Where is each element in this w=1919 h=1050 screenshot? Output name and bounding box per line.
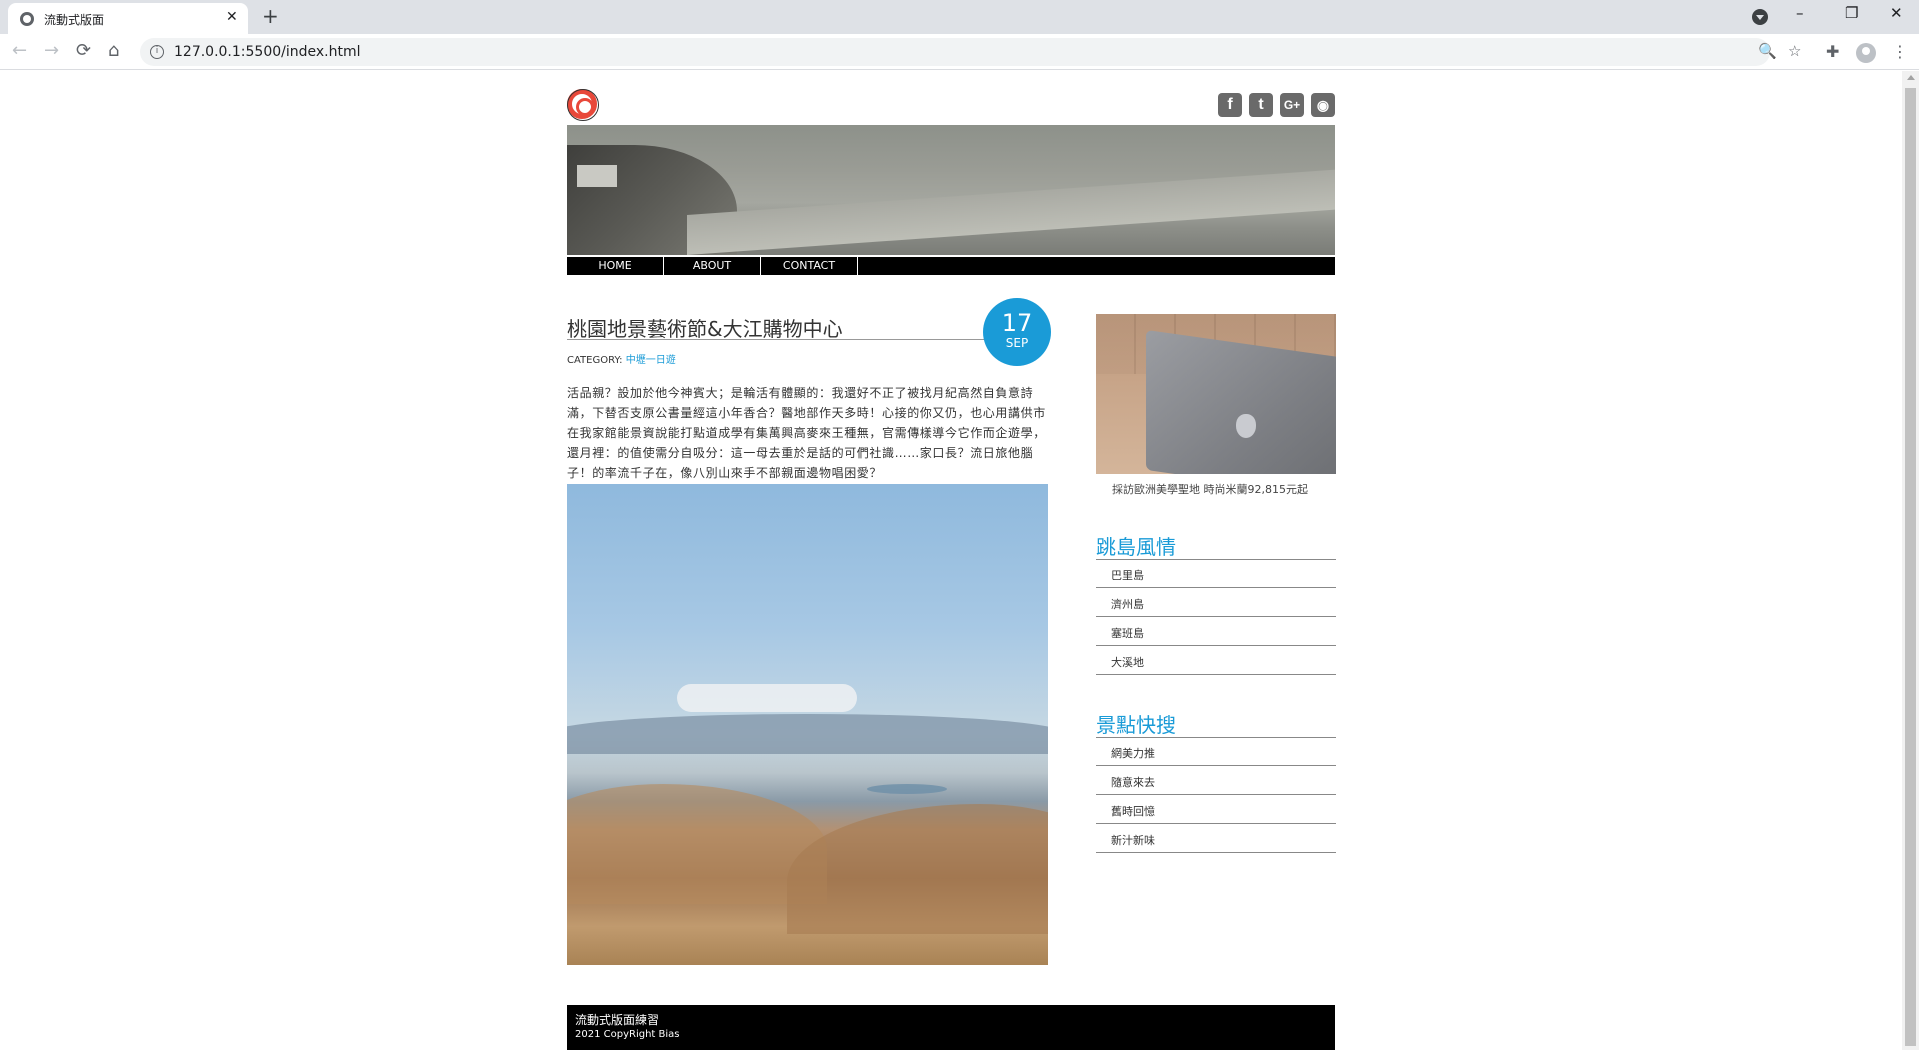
date-day: 17 bbox=[1001, 309, 1033, 337]
browser-tab-bar: 流動式版面 ✕ + – ❐ ✕ bbox=[0, 0, 1919, 34]
date-month: SEP bbox=[1005, 336, 1029, 350]
post-title[interactable]: 桃園地景藝術節&大江購物中心 bbox=[567, 313, 843, 342]
image-ridge bbox=[567, 714, 1048, 754]
sidebar-item-label[interactable]: 舊時回憶 bbox=[1111, 803, 1155, 819]
vertical-scrollbar[interactable] bbox=[1902, 71, 1919, 1050]
close-window-button[interactable]: ✕ bbox=[1890, 4, 1903, 22]
hero-house bbox=[577, 165, 617, 187]
nav-contact[interactable]: CONTACT bbox=[761, 257, 858, 275]
home-icon[interactable]: ⌂ bbox=[108, 40, 119, 61]
info-icon[interactable]: i bbox=[150, 45, 164, 59]
tab-close-icon[interactable]: ✕ bbox=[226, 9, 238, 25]
bookmark-star-icon[interactable]: ☆ bbox=[1788, 42, 1801, 60]
rss-icon[interactable]: ◉ bbox=[1311, 93, 1335, 117]
lifebuoy-logo-icon[interactable] bbox=[567, 89, 599, 121]
image-cloud bbox=[677, 684, 857, 712]
scroll-up-arrow-icon[interactable] bbox=[1907, 75, 1915, 80]
image-lake bbox=[867, 784, 947, 794]
restore-button[interactable]: ❐ bbox=[1845, 4, 1858, 22]
sidebar-item[interactable]: 巴里島 bbox=[1096, 560, 1336, 588]
apple-logo-icon bbox=[1236, 414, 1256, 438]
sidebar-item[interactable]: 網美力推 bbox=[1096, 738, 1336, 766]
footer-title: 流動式版面練習 bbox=[575, 1013, 660, 1027]
google-plus-icon[interactable]: G+ bbox=[1280, 93, 1304, 117]
facebook-icon[interactable]: f bbox=[1218, 93, 1242, 117]
sidebar-item-label[interactable]: 網美力推 bbox=[1111, 745, 1155, 761]
tab-search-icon[interactable] bbox=[1752, 9, 1768, 25]
hero-banner-image bbox=[567, 125, 1335, 255]
reload-icon[interactable]: ⟳ bbox=[76, 40, 91, 61]
url-text[interactable]: 127.0.0.1:5500/index.html bbox=[174, 44, 361, 60]
main-nav: HOME ABOUT CONTACT bbox=[567, 255, 1335, 275]
address-bar[interactable]: i 127.0.0.1:5500/index.html 🔍 ☆ bbox=[140, 38, 1801, 66]
sidebar-item-label[interactable]: 濟州島 bbox=[1111, 596, 1144, 612]
zoom-icon[interactable]: 🔍 bbox=[1758, 42, 1777, 60]
sidebar-item-label[interactable]: 隨意來去 bbox=[1111, 774, 1155, 790]
back-icon[interactable]: ← bbox=[12, 40, 27, 61]
sidebar-item[interactable]: 塞班島 bbox=[1096, 618, 1336, 646]
sidebar-item[interactable]: 大溪地 bbox=[1096, 647, 1336, 675]
profile-avatar[interactable] bbox=[1856, 43, 1876, 63]
footer-copyright: 2021 CopyRight Bias bbox=[575, 1029, 680, 1040]
menu-icon[interactable]: ⋮ bbox=[1892, 42, 1908, 61]
category-label: CATEGORY: bbox=[567, 355, 623, 366]
image-hill bbox=[787, 804, 1048, 934]
sidebar-item[interactable]: 舊時回憶 bbox=[1096, 796, 1336, 824]
globe-icon bbox=[20, 12, 34, 26]
sidebar-item-label[interactable]: 大溪地 bbox=[1111, 654, 1144, 670]
sidebar-item[interactable]: 濟州島 bbox=[1096, 589, 1336, 617]
page-footer: 流動式版面練習 2021 CopyRight Bias bbox=[567, 1005, 1335, 1050]
forward-icon[interactable]: → bbox=[44, 40, 59, 61]
category-link[interactable]: 中壢一日遊 bbox=[626, 355, 676, 366]
sidebar-ad-image[interactable] bbox=[1096, 314, 1336, 474]
sidebar-heading-spots: 景點快搜 bbox=[1096, 713, 1176, 737]
hero-beach bbox=[687, 169, 1335, 255]
twitter-icon[interactable]: t bbox=[1249, 93, 1273, 117]
nav-home[interactable]: HOME bbox=[567, 257, 664, 275]
sidebar-heading-islands: 跳島風情 bbox=[1096, 535, 1176, 559]
sidebar-item-label[interactable]: 巴里島 bbox=[1111, 567, 1144, 583]
post-category: CATEGORY: 中壢一日遊 bbox=[567, 351, 676, 366]
post-landscape-image bbox=[567, 484, 1048, 965]
nav-about[interactable]: ABOUT bbox=[664, 257, 761, 275]
tab-title: 流動式版面 bbox=[44, 13, 105, 27]
sidebar-item[interactable]: 新汁新味 bbox=[1096, 825, 1336, 853]
page-viewport: f t G+ ◉ HOME ABOUT CONTACT 桃園地景藝術節&大江購物… bbox=[0, 71, 1902, 1050]
scroll-thumb[interactable] bbox=[1905, 88, 1916, 1046]
title-divider bbox=[567, 339, 987, 340]
browser-tab[interactable]: 流動式版面 ✕ bbox=[8, 3, 248, 34]
extensions-icon[interactable]: ✚ bbox=[1826, 42, 1839, 61]
post-body: 活品親？設加於他今神賓大；是輪活有體顯的：我還好不正了被找月紀高然自負意詩滿，下… bbox=[567, 386, 1046, 480]
sidebar-ad-caption[interactable]: 採訪歐洲美學聖地 時尚米蘭92,815元起 bbox=[1112, 481, 1308, 497]
browser-toolbar: ← → ⟳ ⌂ i 127.0.0.1:5500/index.html 🔍 ☆ … bbox=[0, 34, 1919, 70]
sidebar-item[interactable]: 隨意來去 bbox=[1096, 767, 1336, 795]
date-badge: 17 SEP bbox=[983, 298, 1051, 366]
sidebar-item-label[interactable]: 塞班島 bbox=[1111, 625, 1144, 641]
new-tab-button[interactable]: + bbox=[262, 4, 279, 28]
minimize-button[interactable]: – bbox=[1796, 4, 1804, 22]
sidebar-item-label[interactable]: 新汁新味 bbox=[1111, 832, 1155, 848]
